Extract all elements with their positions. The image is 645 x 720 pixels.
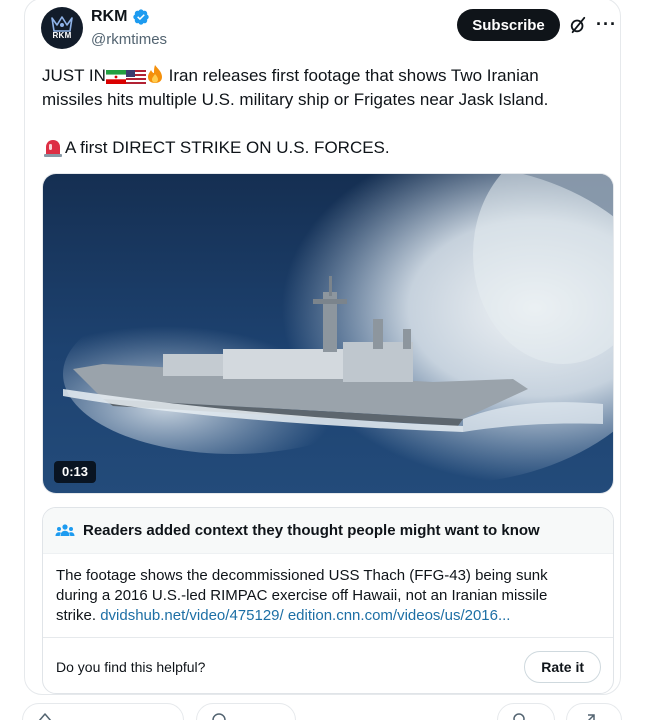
- post-text-line1: JUST IN Iran releases first footage that…: [42, 65, 539, 85]
- community-note-header: Readers added context they thought peopl…: [43, 508, 613, 554]
- community-note-body: The footage shows the decommissioned USS…: [43, 554, 613, 637]
- community-note-title: Readers added context they thought peopl…: [83, 522, 540, 539]
- bookmark-action-pill[interactable]: [497, 703, 555, 720]
- crown-logo-icon: [51, 16, 73, 32]
- grok-icon[interactable]: [569, 16, 587, 34]
- like-action-pill[interactable]: [22, 703, 184, 720]
- community-note-line2: during a 2016 U.S.-led RIMPAC exercise o…: [56, 587, 548, 604]
- community-note: Readers added context they thought peopl…: [42, 507, 614, 694]
- share-action-pill[interactable]: [566, 703, 622, 720]
- video-player[interactable]: [42, 173, 614, 494]
- fire-icon: [147, 65, 162, 83]
- post-text-line3: A first DIRECT STRIKE ON U.S. FORCES.: [42, 136, 390, 160]
- reply-action-pill[interactable]: [196, 703, 296, 720]
- reply-icon: [212, 713, 226, 720]
- us-flag-icon: [125, 70, 146, 84]
- share-icon: [587, 714, 595, 720]
- avatar[interactable]: RKM: [41, 7, 83, 49]
- source-link-dvidshub[interactable]: dvidshub.net/video/475129/: [100, 607, 283, 624]
- search-icon: [513, 713, 525, 720]
- verified-badge-icon: [133, 9, 150, 25]
- avatar-text: RKM: [52, 31, 72, 40]
- helpful-question: Do you find this helpful?: [56, 658, 206, 675]
- post-text-line2: missiles hits multiple U.S. military shi…: [42, 90, 549, 109]
- police-light-icon: [44, 140, 62, 157]
- community-note-footer: Do you find this helpful? Rate it: [43, 637, 613, 693]
- author-display-name[interactable]: RKM: [91, 8, 127, 26]
- author-handle[interactable]: @rkmtimes: [91, 31, 167, 48]
- community-note-line3: strike. dvidshub.net/video/475129/ editi…: [56, 607, 511, 624]
- upvote-icon: [38, 713, 52, 720]
- subscribe-button[interactable]: Subscribe: [457, 9, 560, 41]
- source-link-cnn[interactable]: edition.cnn.com/videos/us/2016...: [288, 607, 511, 624]
- author-name-row: RKM: [91, 8, 150, 26]
- people-icon: [55, 523, 75, 536]
- rate-it-button[interactable]: Rate it: [524, 650, 601, 683]
- video-duration-badge: 0:13: [54, 461, 97, 483]
- more-options-icon[interactable]: ···: [596, 14, 617, 34]
- community-note-line1: The footage shows the decommissioned USS…: [56, 567, 548, 584]
- iran-flag-icon: [105, 70, 126, 84]
- post-text: JUST IN Iran releases first footage that…: [42, 64, 602, 112]
- video-thumbnail: [43, 174, 613, 493]
